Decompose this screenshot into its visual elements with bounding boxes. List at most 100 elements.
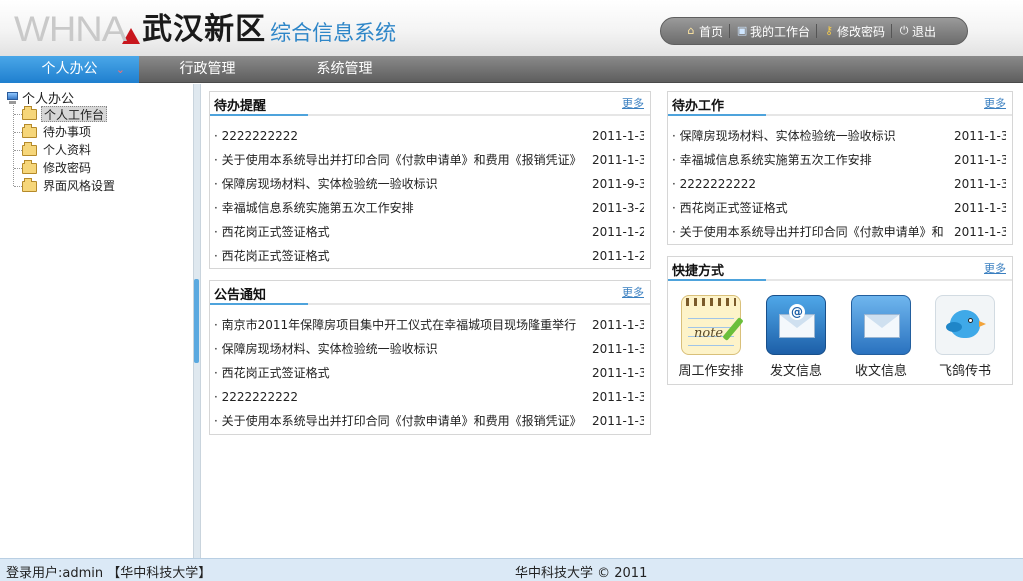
sidebar-item-profile[interactable]: 个人资料 (22, 141, 93, 159)
list-item-title[interactable]: · 保障房现场材料、实体检验统一验收标识 (214, 175, 582, 193)
panel-reminders: 待办提醒 更多 · 2222222222 2011-1-30 · 关于使用本系统… (209, 91, 651, 269)
logo-title: 武汉新区 (142, 12, 267, 47)
list-item-date: 2011-1-30 (954, 153, 1006, 167)
login-user-info: 登录用户:admin 【华中科技大学】 (6, 566, 212, 581)
list-item-title[interactable]: · 南京市2011年保障房项目集中开工仪式在幸福城项目现场隆重举行 (214, 316, 582, 334)
panel-title: 公告通知 (214, 288, 267, 303)
key-icon: ⚷ (825, 24, 834, 37)
sidebar-item-change-password[interactable]: 修改密码 (22, 159, 93, 177)
sidebar-item-personal-workbench[interactable]: 个人工作台 (22, 105, 108, 123)
panel-header: 待办提醒 更多 (210, 92, 650, 116)
menu-system-management-label: 系统管理 (316, 61, 373, 77)
topnav-logout-label: 退出 (912, 24, 937, 39)
menu-admin-management[interactable]: 行政管理 (139, 56, 276, 83)
menu-personal-office[interactable]: 个人办公 ⌄ (0, 56, 139, 83)
menu-admin-management-label: 行政管理 (179, 61, 236, 77)
tree-line (14, 114, 22, 115)
list-item-title[interactable]: · 2222222222 (672, 175, 944, 193)
more-link[interactable]: 更多 (984, 260, 1006, 276)
list-item-date: 2011-1-30 (592, 390, 644, 404)
list-item-title[interactable]: · 保障房现场材料、实体检验统一验收标识 (672, 127, 944, 145)
sidebar-splitter[interactable] (193, 84, 201, 558)
menu-system-management[interactable]: 系统管理 (276, 56, 413, 83)
list-item-title[interactable]: · 2222222222 (214, 127, 582, 145)
list-item[interactable]: · 保障房现场材料、实体检验统一验收标识 2011-9-30 (214, 175, 644, 193)
sidebar-item-label: 修改密码 (43, 161, 92, 175)
sidebar-item-todo[interactable]: 待办事项 (22, 123, 93, 141)
list-item[interactable]: · 西花岗正式签证格式 2011-1-30 (672, 199, 1006, 217)
copyright: 华中科技大学 © 2011 (515, 566, 648, 581)
shortcut-label: 收文信息 (854, 364, 907, 379)
list-item-title[interactable]: · 幸福城信息系统实施第五次工作安排 (214, 199, 582, 217)
list-item-date: 2011-1-29 (592, 249, 644, 263)
list-item[interactable]: · 2222222222 2011-1-30 (672, 175, 1006, 193)
more-link[interactable]: 更多 (622, 95, 644, 111)
list-item[interactable]: · 2222222222 2011-1-30 (214, 127, 644, 145)
send-mail-icon: @ (766, 295, 826, 355)
panel-header: 快捷方式 更多 (668, 257, 1012, 281)
tree-line (14, 150, 22, 151)
list-item[interactable]: · 南京市2011年保障房项目集中开工仪式在幸福城项目现场隆重举行 2011-1… (214, 316, 644, 334)
logo-subtitle: 综合信息系统 (270, 21, 397, 45)
panel-header: 待办工作 更多 (668, 92, 1012, 116)
folder-icon (22, 177, 37, 192)
home-icon: ⌂ (687, 24, 695, 37)
list-item-title[interactable]: · 西花岗正式签证格式 (214, 247, 582, 265)
sidebar-item-label: 个人工作台 (41, 106, 108, 122)
list-item[interactable]: · 保障房现场材料、实体检验统一验收标识 2011-1-30 (214, 340, 644, 358)
list-item[interactable]: · 幸福城信息系统实施第五次工作安排 2011-3-28 (214, 199, 644, 217)
list-item[interactable]: · 2222222222 2011-1-30 (214, 388, 644, 406)
list-item[interactable]: · 西花岗正式签证格式 2011-1-30 (214, 364, 644, 382)
logo-mark: WHNA (14, 10, 127, 50)
status-bar: 登录用户:admin 【华中科技大学】 华中科技大学 © 2011 (0, 558, 1023, 581)
list-item-title[interactable]: · 关于使用本系统导出并打印合同《付款申请单》和费用《报销凭证》 (214, 151, 582, 169)
list-item[interactable]: · 关于使用本系统导出并打印合同《付款申请单》和费用《报销凭证》 2011-1-… (214, 151, 644, 169)
sidebar-item-label: 个人资料 (43, 143, 92, 157)
shortcut-pigeon-messenger[interactable]: 飞鸽传书 (925, 295, 1005, 379)
list-item-title[interactable]: · 西花岗正式签证格式 (214, 223, 582, 241)
more-link[interactable]: 更多 (984, 95, 1006, 111)
shortcut-label: 发文信息 (769, 364, 822, 379)
sidebar-item-label: 待办事项 (43, 125, 92, 139)
list-item-title[interactable]: · 幸福城信息系统实施第五次工作安排 (672, 151, 944, 169)
topnav-logout[interactable]: ⏻ 退出 (892, 17, 942, 45)
list-item-title[interactable]: · 西花岗正式签证格式 (672, 199, 944, 217)
shortcut-weekly-schedule[interactable]: note 周工作安排 (671, 295, 751, 379)
list-item-title[interactable]: · 保障房现场材料、实体检验统一验收标识 (214, 340, 582, 358)
list-item-date: 2011-1-29 (592, 225, 644, 239)
list-item[interactable]: · 关于使用本系统导出并打印合同《付款申请单》和费用《报销凭证》 2011-1-… (214, 412, 644, 430)
list-item-title[interactable]: · 2222222222 (214, 388, 582, 406)
main-menu-bar: 个人办公 ⌄ 行政管理 系统管理 (0, 56, 1023, 83)
list-item[interactable]: · 西花岗正式签证格式 2011-1-29 (214, 223, 644, 241)
topnav-change-password-label: 修改密码 (837, 24, 886, 39)
desktop-icon: ▣ (736, 24, 748, 37)
shortcut-receive-documents[interactable]: 收文信息 (841, 295, 921, 379)
topnav-home[interactable]: ⌂ 首页 (679, 17, 729, 45)
panel-header-accent (668, 279, 766, 281)
list-item-title[interactable]: · 关于使用本系统导出并打印合同《付款申请单》和 (672, 223, 944, 241)
power-icon: ⏻ (899, 24, 909, 37)
shortcut-send-documents[interactable]: @ 发文信息 (756, 295, 836, 379)
topnav-workbench[interactable]: ▣ 我的工作台 (730, 17, 816, 45)
folder-icon (22, 159, 37, 174)
list-item-title[interactable]: · 西花岗正式签证格式 (214, 364, 582, 382)
list-item-date: 2011-1-30 (954, 129, 1006, 143)
collapse-handle[interactable] (194, 279, 199, 363)
more-link[interactable]: 更多 (622, 284, 644, 300)
list-item-date: 2011-3-28 (592, 201, 644, 215)
list-item[interactable]: · 西花岗正式签证格式 2011-1-29 (214, 247, 644, 265)
topnav-home-label: 首页 (699, 24, 724, 39)
list-item-date: 2011-1-30 (592, 366, 644, 380)
panel-shortcuts: 快捷方式 更多 note 周工作安排 @ 发文信息 收文信息 飞鸽传书 (667, 256, 1013, 385)
list-item[interactable]: · 幸福城信息系统实施第五次工作安排 2011-1-30 (672, 151, 1006, 169)
list-item-date: 2011-1-30 (954, 225, 1006, 239)
list-item[interactable]: · 关于使用本系统导出并打印合同《付款申请单》和 2011-1-30 (672, 223, 1006, 241)
shortcut-label: 飞鸽传书 (938, 364, 991, 379)
list-item-date: 2011-9-30 (592, 177, 644, 191)
topnav-change-password[interactable]: ⚷ 修改密码 (817, 17, 891, 45)
sidebar-item-theme-settings[interactable]: 界面风格设置 (22, 177, 117, 195)
list-item[interactable]: · 保障房现场材料、实体检验统一验收标识 2011-1-30 (672, 127, 1006, 145)
list-item-title[interactable]: · 关于使用本系统导出并打印合同《付款申请单》和费用《报销凭证》 (214, 412, 582, 430)
notepad-icon: note (681, 295, 744, 355)
list-item-date: 2011-1-30 (592, 153, 644, 167)
